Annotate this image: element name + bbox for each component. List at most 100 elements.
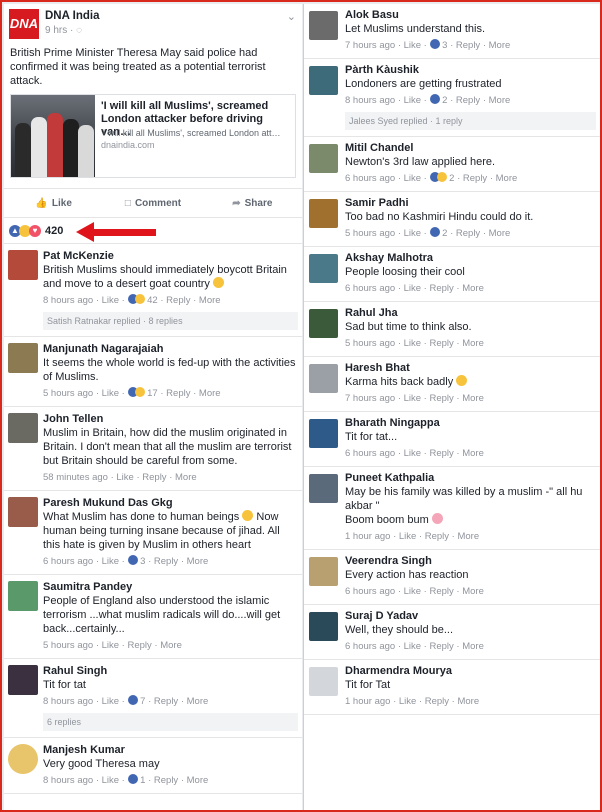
comment-author[interactable]: Manjesh Kumar — [43, 743, 298, 757]
like-reaction-icon — [127, 774, 138, 784]
comment-text: Tit for tat... — [345, 431, 398, 443]
comment-text: Muslim in Britain, how did the muslim or… — [43, 427, 292, 467]
avatar[interactable] — [309, 612, 338, 641]
comment: Rahul Jha Sad but time to think also. 5 … — [304, 302, 600, 357]
avatar[interactable] — [309, 199, 338, 228]
wow-reaction-icon — [436, 172, 447, 182]
avatar[interactable] — [309, 557, 338, 586]
thumbs-up-icon: 👍 — [35, 197, 48, 209]
comment-text: British Muslims should immediately boyco… — [43, 264, 287, 290]
comment-meta[interactable]: 6 hours ago · Like · Reply · More — [345, 282, 596, 295]
comment-meta[interactable]: 8 hours ago · Like · 42 · Reply · More — [43, 294, 298, 307]
comment-meta[interactable]: 7 hours ago · Like · Reply · More — [345, 392, 596, 405]
comment-meta[interactable]: 5 hours ago · Like · 17 · Reply · More — [43, 387, 298, 400]
post-text: British Prime Minister Theresa May said … — [10, 47, 266, 87]
comment-meta[interactable]: 6 hours ago · Like · Reply · More — [345, 640, 596, 653]
comment-meta[interactable]: 58 minutes ago · Like · Reply · More — [43, 471, 298, 484]
comment-author[interactable]: Dharmendra Mourya — [345, 664, 596, 678]
comment: Manjesh Kumar Very good Theresa may 8 ho… — [4, 738, 302, 794]
comment-button[interactable]: □ Comment — [103, 198, 202, 209]
share-icon: ➦ — [232, 197, 241, 209]
comment-text: May be his family was killed by a muslim… — [345, 486, 583, 526]
chevron-down-icon[interactable]: ⌄ — [287, 10, 296, 23]
haha-reaction-icon — [134, 387, 145, 397]
avatar[interactable] — [309, 144, 338, 173]
comment-meta[interactable]: 8 hours ago · Like · 7 · Reply · More — [43, 695, 298, 708]
share-button[interactable]: ➦ Share — [203, 198, 302, 209]
comment-author[interactable]: Alok Basu — [345, 8, 596, 22]
reactions-summary[interactable]: ▲ ♥ 420 — [4, 218, 302, 244]
comment-author[interactable]: Akshay Malhotra — [345, 251, 596, 265]
like-reaction-icon — [429, 39, 440, 49]
red-arrow-annotation — [76, 222, 156, 242]
smile-emoji-icon — [213, 277, 224, 288]
comment-meta[interactable]: 1 hour ago · Like · Reply · More — [345, 530, 596, 543]
comment-author[interactable]: Manjunath Nagarajaiah — [43, 342, 298, 356]
comment-meta[interactable]: 1 hour ago · Like · Reply · More — [345, 695, 596, 708]
page-logo[interactable]: DNA — [9, 9, 39, 39]
comment-author[interactable]: Paresh Mukund Das Gkg — [43, 496, 298, 510]
post-time[interactable]: 9 hrs · ◌ — [45, 25, 82, 36]
avatar[interactable] — [309, 66, 338, 95]
comment: Suraj D Yadav Well, they should be... 6 … — [304, 605, 600, 660]
comment-author[interactable]: Rahul Singh — [43, 664, 298, 678]
comment-meta[interactable]: 6 hours ago · Like · Reply · More — [345, 585, 596, 598]
comment: Pat McKenzie British Muslims should imme… — [4, 244, 302, 337]
comment-meta[interactable]: 8 hours ago · Like · 1 · Reply · More — [43, 774, 298, 787]
comment-meta[interactable]: 5 hours ago · Like · Reply · More — [345, 337, 596, 350]
avatar[interactable] — [309, 309, 338, 338]
comment-text: Newton's 3rd law applied here. — [345, 156, 496, 168]
comment-meta[interactable]: 5 hours ago · Like · Reply · More — [43, 639, 298, 652]
comment-label: Comment — [134, 197, 182, 209]
avatar[interactable] — [309, 474, 338, 503]
replies-summary[interactable]: Jalees Syed replied · 1 reply — [345, 112, 596, 130]
comment-text: Very good Theresa may — [43, 758, 160, 770]
avatar[interactable] — [309, 11, 338, 40]
avatar[interactable] — [8, 744, 38, 774]
comment-author[interactable]: Samir Padhi — [345, 196, 596, 210]
avatar[interactable] — [8, 250, 38, 280]
comment-author[interactable]: John Tellen — [43, 412, 298, 426]
comment-author[interactable]: Pàrth Kàushik — [345, 63, 596, 77]
comment-author[interactable]: Mitil Chandel — [345, 141, 596, 155]
like-reaction-icon — [429, 94, 440, 104]
left-column: DNA DNA India 9 hrs · ◌ ⌄ British Prime … — [4, 4, 302, 810]
comment-meta[interactable]: 6 hours ago · Like · 3 · Reply · More — [43, 555, 298, 568]
comment-author[interactable]: Rahul Jha — [345, 306, 596, 320]
comment-meta[interactable]: 6 hours ago · Like · 2 · Reply · More — [345, 172, 596, 185]
avatar[interactable] — [309, 419, 338, 448]
avatar[interactable] — [8, 343, 38, 373]
like-button[interactable]: 👍 Like — [4, 198, 103, 209]
page-name[interactable]: DNA India — [45, 10, 100, 22]
avatar[interactable] — [8, 665, 38, 695]
avatar[interactable] — [309, 364, 338, 393]
reaction-count[interactable]: 420 — [45, 225, 63, 237]
like-label: Like — [51, 197, 72, 209]
comment-author[interactable]: Bharath Ningappa — [345, 416, 596, 430]
comment-author[interactable]: Saumitra Pandey — [43, 580, 298, 594]
avatar[interactable] — [309, 667, 338, 696]
like-reaction-icon — [429, 227, 440, 237]
comment-author[interactable]: Suraj D Yadav — [345, 609, 596, 623]
comment-author[interactable]: Veerendra Singh — [345, 554, 596, 568]
comment-author[interactable]: Pat McKenzie — [43, 249, 298, 263]
avatar[interactable] — [309, 254, 338, 283]
comment: Manjunath Nagarajaiah It seems the whole… — [4, 337, 302, 407]
replies-summary[interactable]: Satish Ratnakar replied · 8 replies — [43, 312, 298, 330]
comment-author[interactable]: Puneet Kathpalia — [345, 471, 596, 485]
comment: Bharath Ningappa Tit for tat... 6 hours … — [304, 412, 600, 467]
avatar[interactable] — [8, 413, 38, 443]
comment-author[interactable]: Haresh Bhat — [345, 361, 596, 375]
avatar[interactable] — [8, 581, 38, 611]
comment: Alok Basu Let Muslims understand this. 7… — [304, 4, 600, 59]
comment-meta[interactable]: 8 hours ago · Like · 2 · Reply · More — [345, 94, 596, 107]
comment-icon: □ — [124, 197, 131, 209]
comment: Puneet Kathpalia May be his family was k… — [304, 467, 600, 550]
comment-meta[interactable]: 5 hours ago · Like · 2 · Reply · More — [345, 227, 596, 240]
comment-text: People loosing their cool — [345, 266, 465, 278]
avatar[interactable] — [8, 497, 38, 527]
comment-meta[interactable]: 6 hours ago · Like · Reply · More — [345, 447, 596, 460]
replies-summary[interactable]: 6 replies — [43, 713, 298, 731]
link-preview-card[interactable]: 'I will kill all Muslims', screamed Lond… — [10, 94, 296, 178]
comment-meta[interactable]: 7 hours ago · Like · 3 · Reply · More — [345, 39, 596, 52]
